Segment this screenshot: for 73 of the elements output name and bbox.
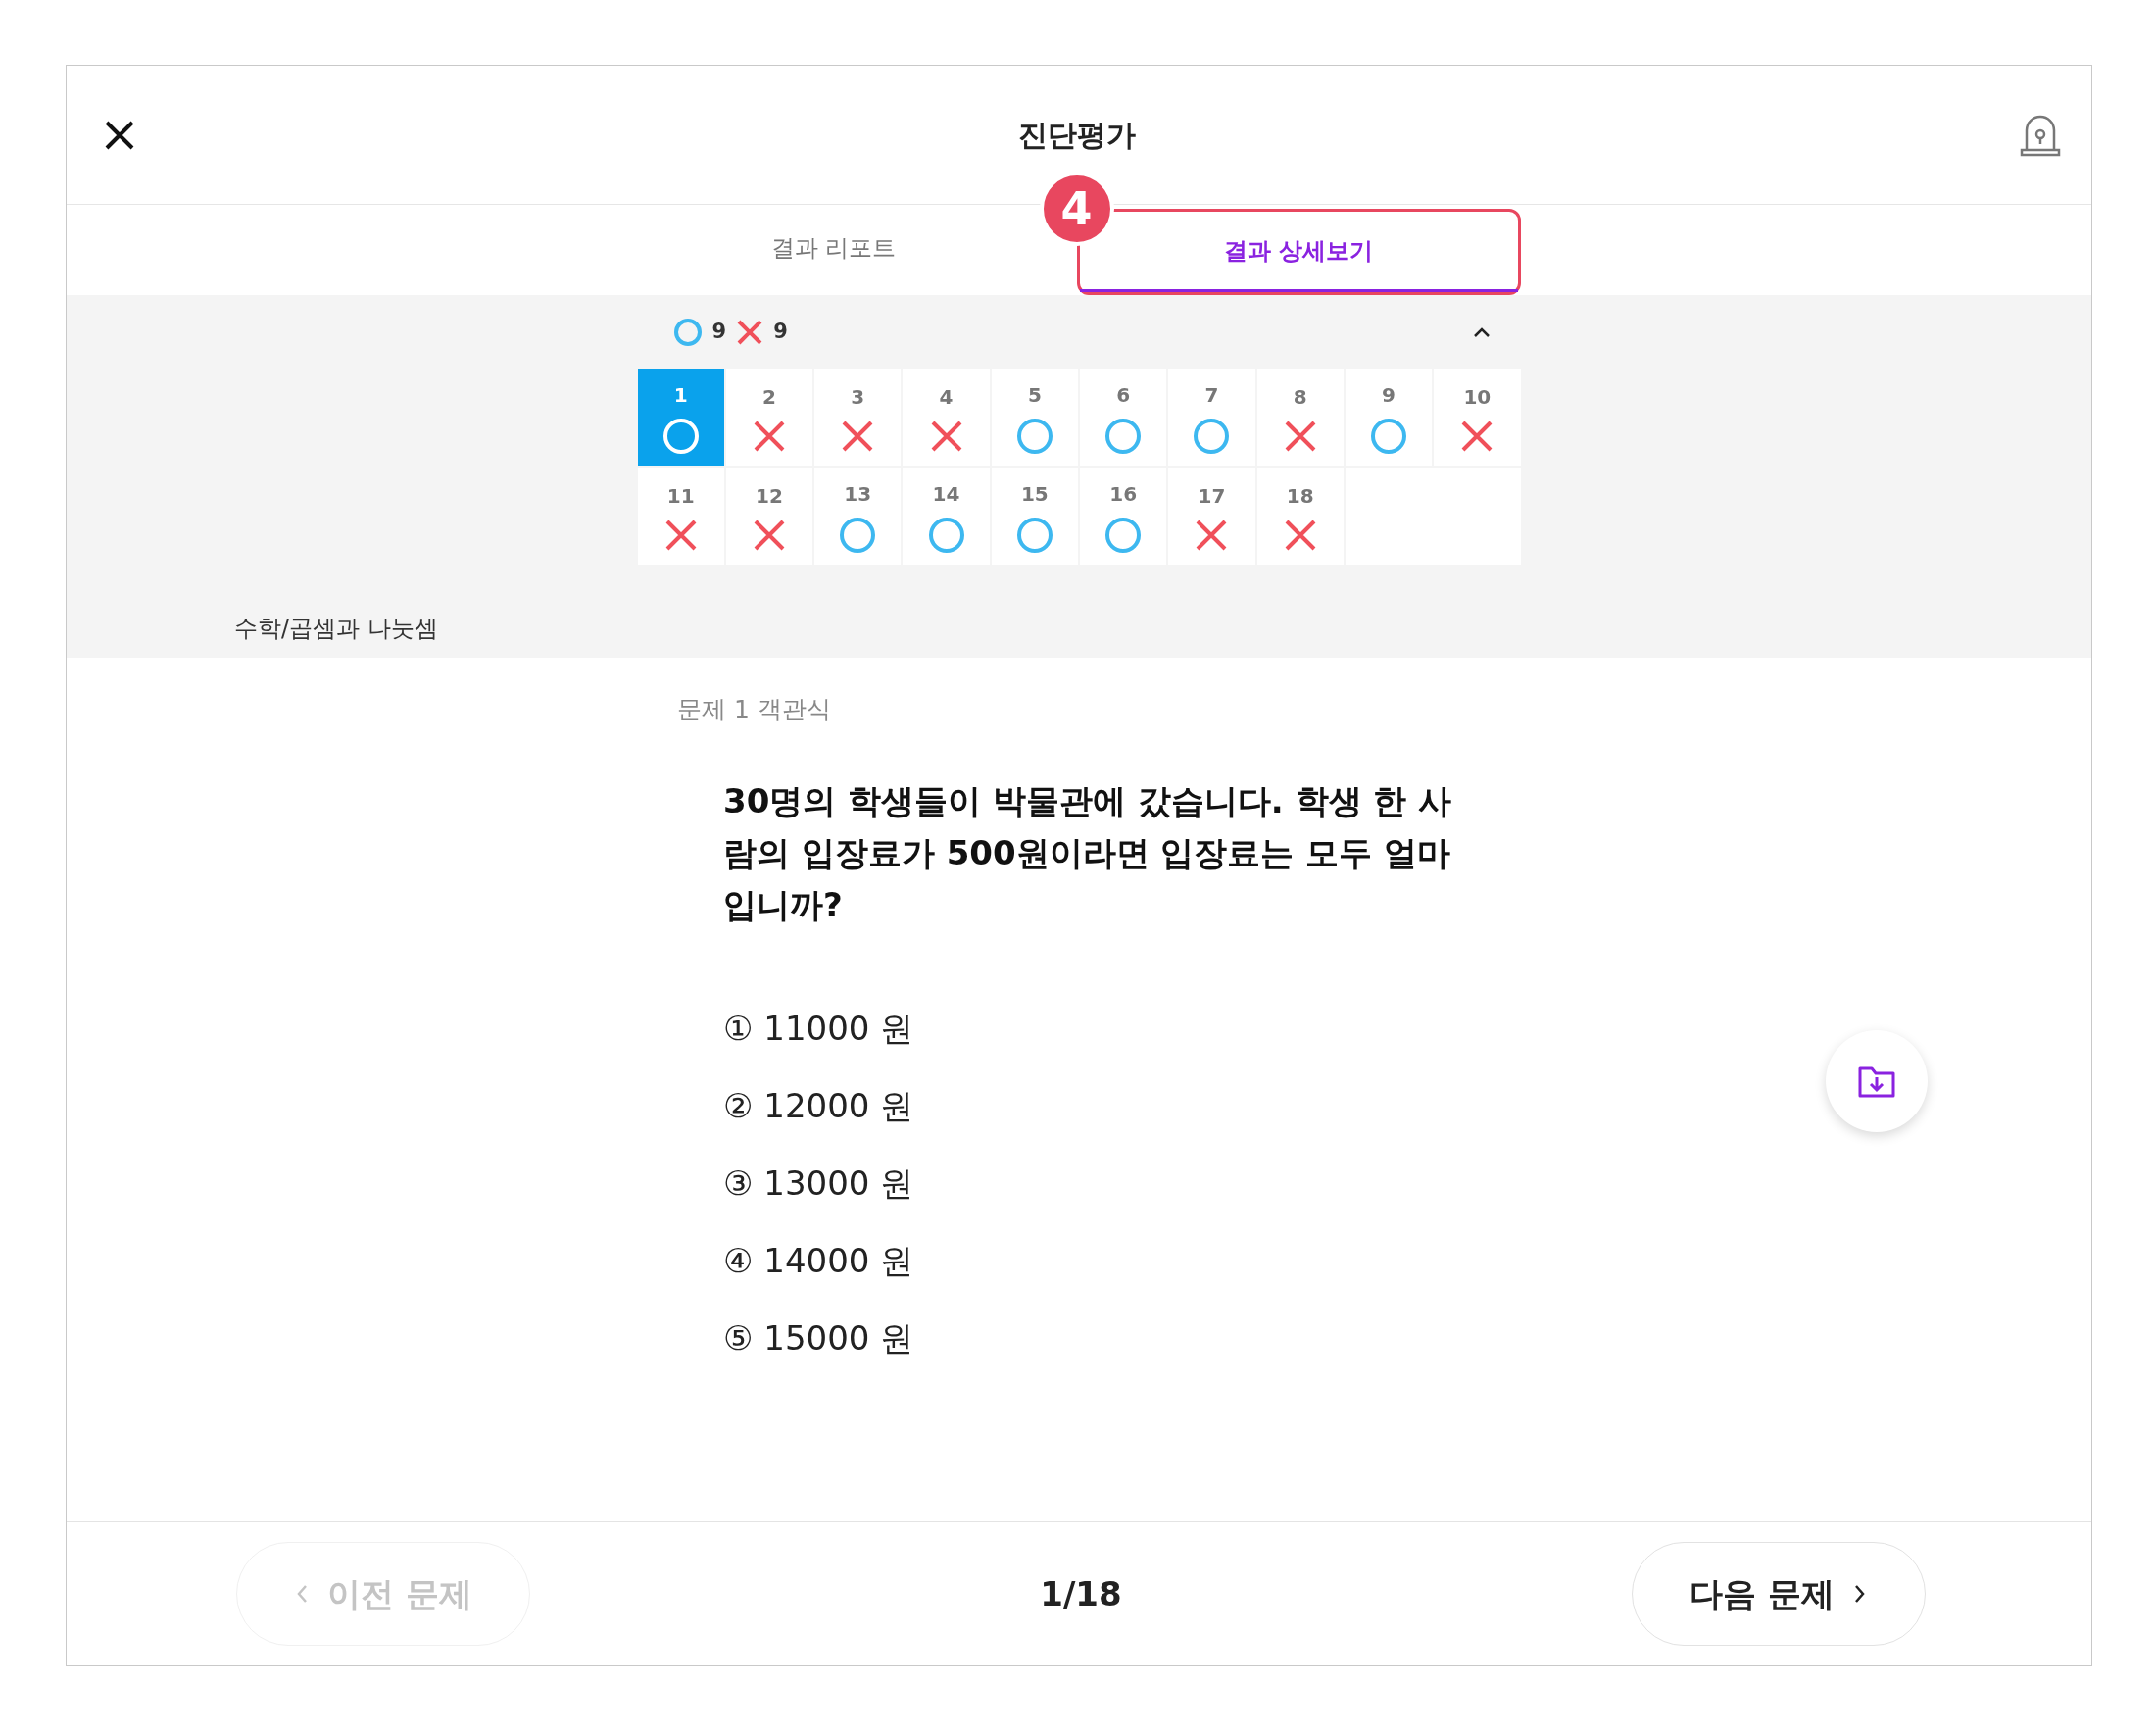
circle-icon [1104, 516, 1143, 554]
question-number: 4 [939, 383, 954, 411]
cross-icon [663, 518, 698, 552]
question-cell[interactable]: 11 [637, 468, 724, 565]
cross-icon [929, 419, 963, 453]
question-cell[interactable]: 12 [725, 468, 813, 565]
correct-count: 9 [711, 318, 727, 345]
question-cell[interactable]: 15 [991, 468, 1078, 565]
question-text: 30명의 학생들이 박물관에 갔습니다. 학생 한 사람의 입장료가 500원이라면 입장료는 모두 얼마입니까? [723, 779, 1453, 926]
cross-icon [841, 419, 875, 453]
cross-icon [1283, 518, 1317, 552]
question-cell[interactable]: 16 [1080, 468, 1167, 565]
question-number: 2 [762, 383, 776, 411]
question-number: 17 [1198, 482, 1226, 510]
cross-icon [1460, 419, 1494, 453]
close-icon [104, 119, 135, 151]
window-title: 진단평가 [1018, 117, 1136, 154]
cross-icon [1283, 419, 1317, 453]
question-number: 5 [1027, 381, 1042, 409]
cross-icon [752, 419, 786, 453]
circle-icon [672, 317, 703, 347]
question-cell[interactable]: 3 [814, 369, 902, 466]
circle-icon [1104, 417, 1143, 455]
question-number: 6 [1116, 381, 1131, 409]
question-cell[interactable]: 10 [1434, 369, 1521, 466]
answer-choice: ③ 13000 원 [723, 1162, 914, 1205]
answer-choice: ④ 14000 원 [723, 1239, 914, 1282]
circle-icon [1015, 417, 1054, 455]
question-number: 8 [1293, 383, 1307, 411]
answer-choice: ② 12000 원 [723, 1084, 914, 1127]
tab[interactable]: 결과 리포트 [637, 205, 1030, 295]
circle-icon [662, 417, 700, 455]
question-label: 문제 1 객관식 [677, 694, 832, 725]
question-number: 14 [932, 480, 960, 508]
cross-icon [752, 518, 786, 552]
category-label: 수학/곱셈과 나눗셈 [234, 614, 439, 644]
cross-icon [736, 318, 764, 346]
next-button[interactable]: 다음 문제 [1632, 1542, 1926, 1646]
circle-icon [1015, 516, 1054, 554]
cross-icon [1195, 518, 1229, 552]
question-number: 16 [1109, 480, 1138, 508]
page-indicator: 1/18 [1040, 1572, 1122, 1615]
question-number: 15 [1020, 480, 1049, 508]
question-number: 9 [1382, 381, 1396, 409]
circle-icon [927, 516, 965, 554]
question-cell[interactable]: 18 [1256, 468, 1344, 565]
question-cell[interactable]: 13 [814, 468, 902, 565]
question-cell[interactable]: 17 [1168, 468, 1255, 565]
question-cell[interactable]: 9 [1345, 369, 1433, 466]
circle-icon [1370, 417, 1408, 455]
question-number: 1 [673, 381, 688, 409]
question-number: 13 [844, 480, 872, 508]
question-number: 18 [1286, 482, 1314, 510]
question-number: 12 [756, 482, 783, 510]
question-number: 11 [666, 482, 695, 510]
circle-icon [1193, 417, 1231, 455]
question-number: 10 [1463, 383, 1492, 411]
save-button[interactable] [1826, 1030, 1928, 1132]
question-cell[interactable]: 4 [903, 369, 990, 466]
question-number: 3 [851, 383, 865, 411]
answer-choice: ① 11000 원 [723, 1007, 914, 1050]
close-button[interactable] [104, 119, 135, 151]
wrong-count: 9 [773, 318, 788, 345]
answer-choice: ⑤ 15000 원 [723, 1316, 914, 1360]
question-cell[interactable]: 5 [991, 369, 1078, 466]
question-cell[interactable]: 2 [725, 369, 813, 466]
question-cell[interactable]: 1 [637, 369, 724, 466]
question-cell[interactable]: 7 [1168, 369, 1255, 466]
question-cell[interactable]: 6 [1080, 369, 1167, 466]
circle-icon [839, 516, 877, 554]
question-cell[interactable]: 14 [903, 468, 990, 565]
question-number: 7 [1204, 381, 1219, 409]
question-cell[interactable]: 8 [1256, 369, 1344, 466]
